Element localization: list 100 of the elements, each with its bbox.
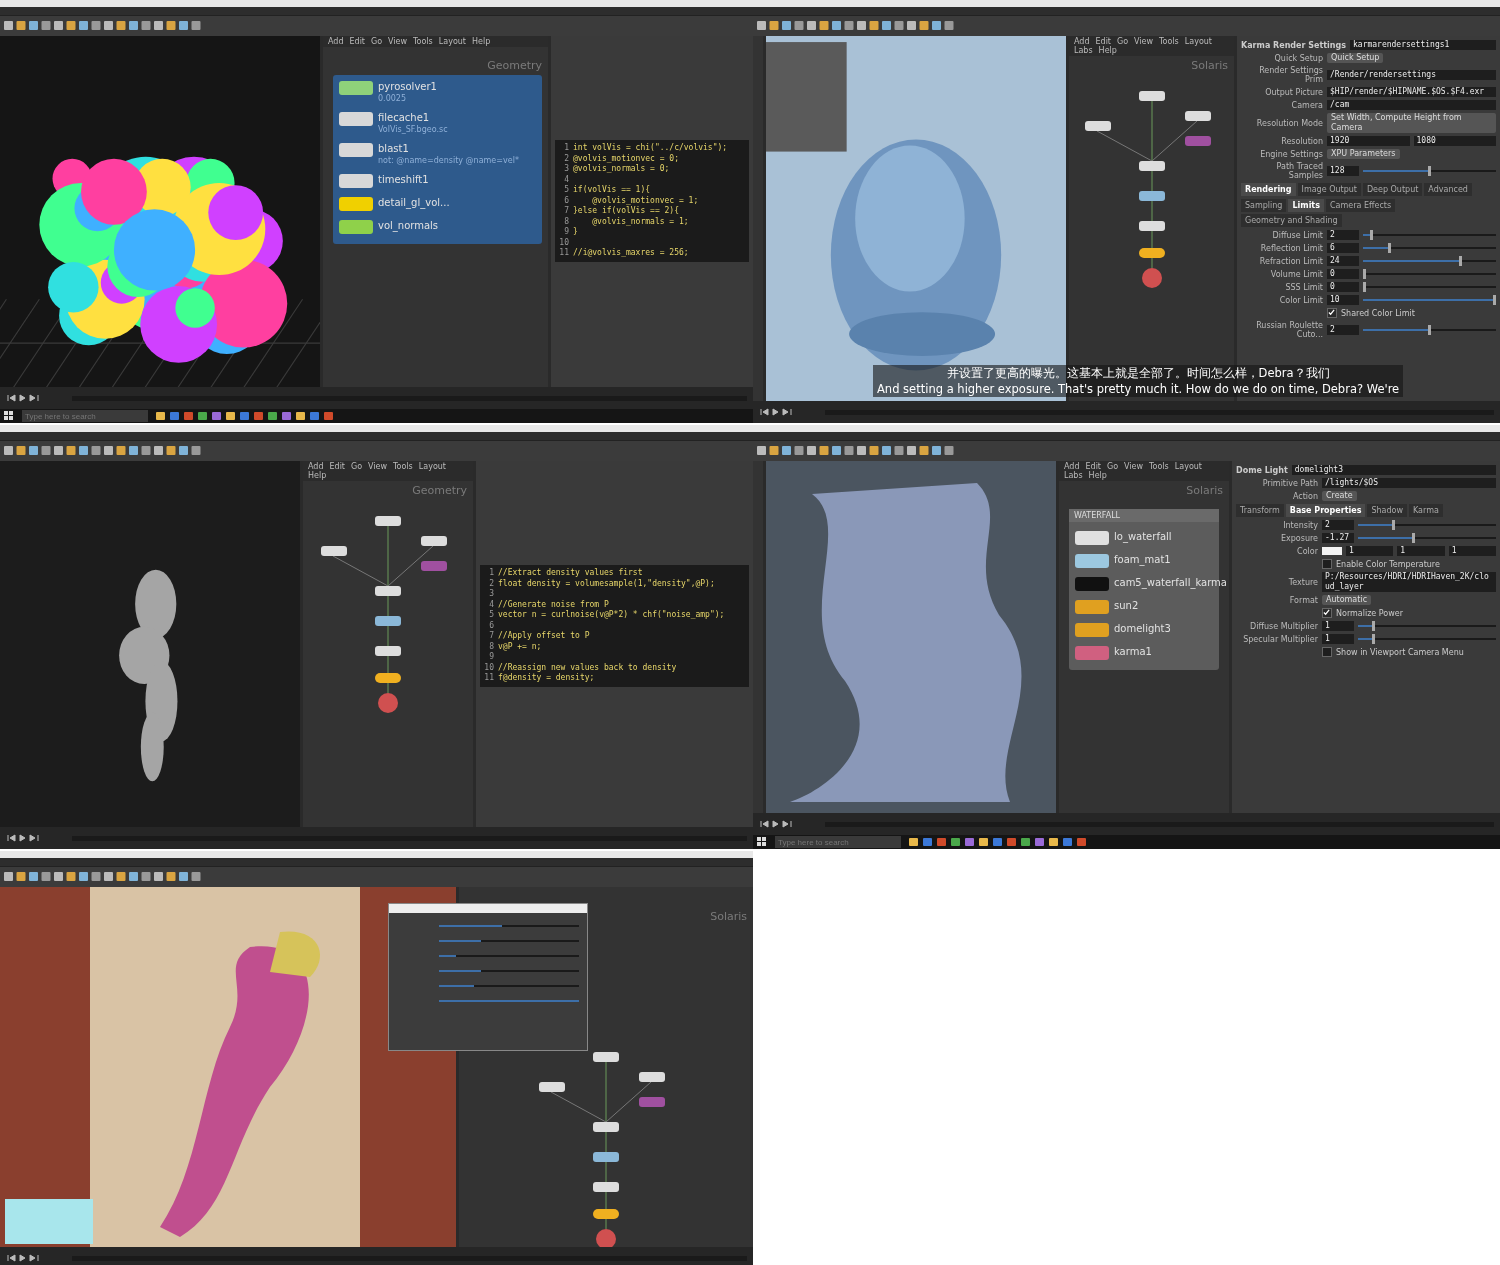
node-tile[interactable]: [339, 112, 373, 126]
menu-item[interactable]: View: [1124, 462, 1144, 471]
parameter-field[interactable]: 24: [1327, 256, 1359, 266]
shelf-tools-icon[interactable]: [757, 20, 957, 32]
tab[interactable]: Karma: [1409, 504, 1443, 517]
code-editor[interactable]: [555, 140, 749, 262]
menu-item[interactable]: Edit: [329, 462, 345, 471]
node-tile[interactable]: [596, 1229, 616, 1247]
menu-item[interactable]: Labs: [1074, 46, 1093, 55]
node-tile[interactable]: [1138, 161, 1165, 171]
node-tile[interactable]: [1075, 623, 1109, 637]
node-tile[interactable]: [375, 516, 401, 526]
menu-item[interactable]: Help: [1098, 46, 1117, 55]
tab[interactable]: Base Properties: [1285, 504, 1366, 517]
node-tile[interactable]: [1184, 111, 1211, 121]
node-tile[interactable]: [421, 536, 447, 546]
menu-item[interactable]: Edit: [1095, 37, 1111, 46]
menu-item[interactable]: Layout: [1174, 462, 1202, 471]
parameter-field[interactable]: 1920: [1327, 136, 1410, 146]
taskbar-apps-icon[interactable]: [156, 412, 333, 420]
node-tile[interactable]: [1075, 646, 1109, 660]
dropdown-menu[interactable]: XPU Parameters: [1327, 149, 1400, 159]
menu-item[interactable]: Edit: [349, 37, 365, 46]
menu-item[interactable]: Tools: [1159, 37, 1179, 46]
node-tile[interactable]: [1138, 91, 1165, 101]
menu-item[interactable]: Layout: [1184, 37, 1212, 46]
parameter-field[interactable]: /cam: [1327, 100, 1496, 110]
menu-item[interactable]: View: [388, 37, 408, 46]
slider-thumb[interactable]: [1387, 243, 1391, 253]
node-tile[interactable]: [1084, 121, 1111, 131]
parameter-field[interactable]: /lights/$OS: [1322, 478, 1496, 488]
menu-item[interactable]: Layout: [438, 37, 466, 46]
slider-thumb[interactable]: [1428, 325, 1431, 335]
network-pane[interactable]: Add Edit Go View Tools Layout Help Geometry pyrosolver1 0.0025 filecache1 VolVis_SF.bgeo.sc blast1 not: @name=density @name=vel* timeshift1 detail_gl_vol... vol_normals: [323, 36, 548, 387]
checkbox[interactable]: [1327, 308, 1337, 318]
viewport[interactable]: [0, 36, 320, 387]
node-tile[interactable]: [1138, 248, 1165, 258]
tab[interactable]: Rendering: [1241, 183, 1296, 196]
shelf-tools-icon[interactable]: [4, 20, 204, 32]
tab[interactable]: Transform: [1236, 504, 1284, 517]
node-tile[interactable]: [1138, 221, 1165, 231]
viewport[interactable]: [0, 887, 456, 1247]
node-tile[interactable]: [339, 220, 373, 234]
node-tile[interactable]: [1075, 554, 1109, 568]
menu-item[interactable]: Add: [1064, 462, 1080, 471]
parameter-field[interactable]: 6: [1327, 243, 1359, 253]
menu-item[interactable]: View: [368, 462, 388, 471]
node-tile[interactable]: [339, 197, 373, 211]
node-tile[interactable]: [339, 174, 373, 188]
menu-item[interactable]: Labs: [1064, 471, 1083, 480]
node-name-field[interactable]: karmarendersettings1: [1350, 40, 1496, 50]
parameter-field[interactable]: P:/Resources/HDRI/HDRIHaven_2K/cloud_layer: [1322, 572, 1496, 592]
node-tile[interactable]: [639, 1072, 665, 1082]
dropdown-menu[interactable]: Quick Setup: [1327, 53, 1384, 63]
menu-item[interactable]: Add: [1074, 37, 1090, 46]
menu-item[interactable]: Add: [328, 37, 344, 46]
windows-start-icon[interactable]: [757, 837, 767, 847]
parameter-field[interactable]: 1: [1346, 546, 1394, 556]
node-tile[interactable]: [375, 586, 401, 596]
menu-item[interactable]: View: [1134, 37, 1154, 46]
menu-item[interactable]: Go: [351, 462, 363, 471]
shelf-tools-icon[interactable]: [757, 445, 957, 457]
node-tile[interactable]: [375, 616, 401, 626]
node-tile[interactable]: [339, 81, 373, 95]
tab[interactable]: Advanced: [1424, 183, 1472, 196]
shelf-tools-icon[interactable]: [4, 445, 204, 457]
menu-item[interactable]: Layout: [418, 462, 446, 471]
windows-start-icon[interactable]: [4, 411, 14, 421]
node-tile[interactable]: [1075, 577, 1109, 591]
menu-item[interactable]: Go: [371, 37, 383, 46]
node-name-field[interactable]: domelight3: [1291, 465, 1496, 475]
menu-item[interactable]: Help: [1088, 471, 1107, 480]
dropdown-menu[interactable]: Set Width, Compute Height from Camera: [1327, 113, 1496, 133]
node-tile[interactable]: [375, 673, 401, 683]
checkbox[interactable]: [1322, 608, 1332, 618]
network-pane[interactable]: Add Edit Go View Tools Layout Help Geometry: [303, 461, 473, 827]
parameter-field[interactable]: 128: [1327, 166, 1359, 176]
checkbox[interactable]: [1322, 559, 1332, 569]
shelf-tools-icon[interactable]: [4, 871, 204, 883]
parameter-field[interactable]: 2: [1327, 325, 1359, 335]
node-tile[interactable]: [593, 1209, 619, 1219]
menu-item[interactable]: Add: [308, 462, 324, 471]
node-tile[interactable]: [1184, 136, 1211, 146]
menu-item[interactable]: Edit: [1085, 462, 1101, 471]
node-tile[interactable]: [593, 1122, 619, 1132]
parameter-field[interactable]: 1: [1322, 621, 1354, 631]
parameter-field[interactable]: 0: [1327, 282, 1359, 292]
slider-thumb[interactable]: [1459, 256, 1463, 266]
parameter-field[interactable]: 1: [1322, 634, 1354, 644]
menu-item[interactable]: Tools: [393, 462, 413, 471]
slider-thumb[interactable]: [1369, 230, 1373, 240]
parameter-field[interactable]: -1.27: [1322, 533, 1354, 543]
checkbox[interactable]: [1322, 647, 1332, 657]
node-tile[interactable]: [321, 546, 347, 556]
network-pane[interactable]: Add Edit Go View Tools Layout Labs Help Solaris WATERFALL lo_waterfall foam_mat1 cam5_waterfall_karma sun2 domelight3 karma1: [1059, 461, 1229, 813]
slider-thumb[interactable]: [1371, 634, 1375, 644]
node-tile[interactable]: [593, 1152, 619, 1162]
node-tile[interactable]: [1138, 191, 1165, 201]
menu-item[interactable]: Help: [472, 37, 491, 46]
node-tile[interactable]: [539, 1082, 565, 1092]
